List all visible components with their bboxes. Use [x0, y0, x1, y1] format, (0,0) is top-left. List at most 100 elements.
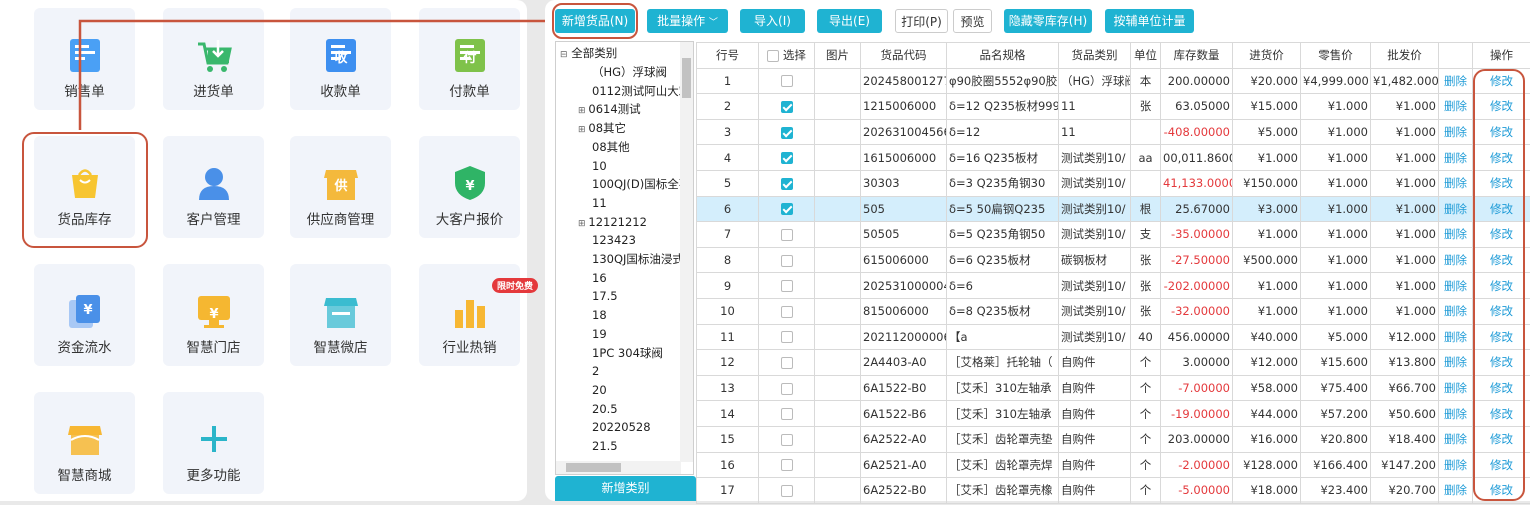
row-checkbox[interactable] [780, 408, 793, 421]
delete-link[interactable]: 删除 [1438, 144, 1473, 171]
print-button[interactable]: 打印(P) [895, 9, 948, 33]
tree-item[interactable]: ⊞ 12121212 [578, 213, 647, 232]
tree-item[interactable]: 20.5 [592, 400, 618, 419]
tile-mall[interactable]: 智慧商城 [34, 392, 135, 494]
table-row[interactable]: 32026310045669δ=1211-408.00000¥5.000¥1.0… [696, 118, 1530, 146]
tree-item[interactable]: 16 [592, 269, 607, 288]
tree-item[interactable]: 2 [592, 362, 599, 381]
delete-link[interactable]: 删除 [1438, 425, 1473, 453]
table-row[interactable]: 14 6A1522-B6 ［艾禾］310左轴承 自购件个 -19.00000 ¥44.00… [696, 400, 1530, 427]
delete-link[interactable]: 删除 [1438, 195, 1473, 223]
row-select-cell[interactable] [758, 144, 815, 171]
category-tree[interactable]: ⊟ 全部类别 （HG）浮球阀 0112测试阿山大鸡 ⊞ 0614测试 ⊞ 08其它 08… [555, 41, 694, 475]
tree-item[interactable]: 21.5 [592, 437, 618, 456]
row-select-cell[interactable] [758, 425, 815, 453]
tree-item[interactable]: 20220528 [592, 418, 651, 437]
tile-fund-flow[interactable]: ¥ 资金流水 [34, 264, 135, 366]
tile-plus[interactable]: 更多功能 [163, 392, 264, 494]
delete-link[interactable]: 删除 [1438, 323, 1473, 351]
preview-button[interactable]: 预览 [953, 9, 992, 33]
row-select-cell[interactable] [758, 400, 815, 427]
tree-item[interactable]: 0112测试阿山大鸡 [592, 82, 690, 101]
tree-item[interactable]: 19 [592, 325, 607, 344]
row-select-cell[interactable] [758, 374, 815, 402]
delete-link[interactable]: 删除 [1438, 400, 1473, 427]
delete-link[interactable]: 删除 [1438, 451, 1473, 479]
expand-icon[interactable]: ⊞ [578, 106, 588, 116]
tile-smart-store[interactable]: ¥ 智慧门店 [163, 264, 264, 366]
tree-horizontal-scrollbar[interactable] [556, 461, 681, 474]
delete-link[interactable]: 删除 [1438, 246, 1473, 274]
tile-user[interactable]: 客户管理 [163, 136, 264, 238]
table-row[interactable]: 10 815006000 δ=8 Q235板材 测试类别10/张 -32.00000 ¥1… [696, 297, 1530, 325]
row-checkbox[interactable] [780, 484, 793, 497]
table-row[interactable]: 2 1215006000 δ=12 Q235板材9999 11 张 63.05000 ¥15… [696, 93, 1530, 120]
add-category-button[interactable]: 新增类别 [555, 476, 696, 501]
row-checkbox[interactable] [780, 228, 793, 241]
table-row[interactable]: 13 6A1522-B0 ［艾禾］310左轴承 自购件个 -7.00000 ¥58.000… [696, 374, 1530, 402]
row-checkbox[interactable] [780, 152, 793, 165]
row-checkbox[interactable] [780, 254, 793, 267]
delete-link[interactable]: 删除 [1438, 272, 1473, 299]
row-select-cell[interactable] [758, 451, 815, 479]
delete-link[interactable]: 删除 [1438, 169, 1473, 197]
row-checkbox[interactable] [780, 75, 793, 88]
delete-link[interactable]: 删除 [1438, 297, 1473, 325]
table-row[interactable]: 15 6A2522-A0 ［艾禾］齿轮罩壳垫 自购件个 203.00000 ¥16.000… [696, 425, 1530, 453]
tree-item[interactable]: 11 [592, 194, 607, 213]
tree-item[interactable]: （HG）浮球阀 [592, 63, 667, 82]
table-row[interactable]: 8 615006000 δ=6 Q235板材 碳钢板材张 -27.50000 ¥500.0… [696, 246, 1530, 274]
tree-item[interactable]: 20 [592, 381, 607, 400]
row-checkbox[interactable] [780, 280, 793, 293]
table-row[interactable]: 6 505 δ=5 50扁钢Q235 测试类别10/根 25.67000 ¥3.000 ¥1… [696, 195, 1530, 223]
delete-link[interactable]: 删除 [1438, 374, 1473, 402]
row-checkbox[interactable] [780, 356, 793, 369]
tree-item[interactable]: 130QJ国标油浸式 [592, 250, 684, 269]
table-row[interactable]: 11 2021120000068【a测试类别10/40456.00000¥40.0… [696, 323, 1530, 351]
table-row[interactable]: 17 6A2522-B0 ［艾禾］齿轮罩壳橡 自购件个 -5.00000 ¥18.000 ¥… [696, 477, 1530, 504]
row-checkbox[interactable] [780, 177, 793, 190]
table-row[interactable]: 92025310000043δ=6测试类别10/张-202.00000¥1.00… [696, 272, 1530, 299]
tree-vertical-scrollbar[interactable] [680, 42, 693, 462]
tree-item[interactable]: 1PC 304球阀 [592, 344, 663, 363]
delete-link[interactable]: 删除 [1438, 93, 1473, 120]
delete-link[interactable]: 删除 [1438, 349, 1473, 376]
table-row[interactable]: 4 1615006000 δ=16 Q235板材 测试类别10/aa 00,011.86… [696, 144, 1530, 171]
table-row[interactable]: 12 2A4403-A0 ［艾格莱］托轮轴（ 自购件个 3.00000 ¥12.000 ¥1… [696, 349, 1530, 376]
tile-micro-store[interactable]: 智慧微店 [290, 264, 391, 366]
delete-link[interactable]: 删除 [1438, 67, 1473, 95]
row-checkbox[interactable] [780, 100, 793, 113]
row-select-cell[interactable] [758, 477, 815, 504]
tile-bar-chart[interactable]: 行业热销 限时免费 [419, 264, 539, 366]
row-select-cell[interactable] [758, 67, 815, 95]
delete-link[interactable]: 删除 [1438, 477, 1473, 504]
export-button[interactable]: 导出(E) [817, 9, 882, 33]
row-checkbox[interactable] [780, 433, 793, 446]
row-select-cell[interactable] [758, 272, 815, 299]
tree-item[interactable]: ⊞ 08其它 [578, 119, 626, 138]
delete-link[interactable]: 删除 [1438, 118, 1473, 146]
row-select-cell[interactable] [758, 323, 815, 351]
delete-link[interactable]: 删除 [1438, 221, 1473, 248]
row-checkbox[interactable] [780, 331, 793, 344]
tile-shield-yen[interactable]: ¥ 大客户报价 [419, 136, 520, 238]
row-select-cell[interactable] [758, 297, 815, 325]
row-checkbox[interactable] [780, 126, 793, 139]
tree-item[interactable]: 123423 [592, 231, 636, 250]
tree-item[interactable]: ⊞ 0614测试 [578, 100, 641, 119]
select-all-checkbox[interactable] [767, 49, 780, 62]
tree-root[interactable]: ⊟ 全部类别 [560, 44, 617, 63]
tree-item[interactable]: 18 [592, 306, 607, 325]
tree-item[interactable]: 100QJ(D)国标全不 [592, 175, 690, 194]
hide-zero-stock-button[interactable]: 隐藏零库存(H) [1004, 9, 1092, 33]
row-checkbox[interactable] [780, 459, 793, 472]
table-row[interactable]: 7 50505 δ=5 Q235角钢50 测试类别10/支 -35.00000 ¥1.00… [696, 221, 1530, 248]
tree-item[interactable]: 17.5 [592, 287, 618, 306]
row-select-cell[interactable] [758, 221, 815, 248]
table-row[interactable]: 5 30303δ=3 Q235角钢30测试类别10/41,133.00000¥15… [696, 169, 1530, 197]
aux-unit-button[interactable]: 按辅单位计量 [1105, 9, 1194, 33]
row-select-cell[interactable] [758, 118, 815, 146]
collapse-icon[interactable]: ⊟ [560, 50, 568, 60]
row-checkbox[interactable] [780, 203, 793, 216]
tree-item[interactable]: 10 [592, 157, 607, 176]
